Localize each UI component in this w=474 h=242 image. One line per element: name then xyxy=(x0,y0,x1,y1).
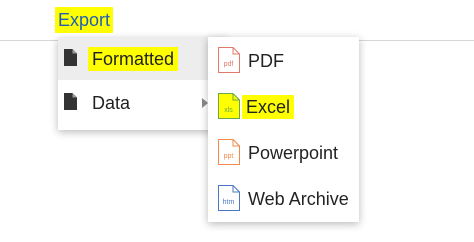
format-submenu: pdf PDF xls Excel ppt Powerpoint htm Web… xyxy=(208,37,359,222)
menu-item-data[interactable]: Data xyxy=(58,82,228,124)
menu-item-formatted[interactable]: Formatted xyxy=(58,38,228,80)
document-icon xyxy=(64,93,77,110)
document-icon xyxy=(64,49,77,66)
submenu-item-pdf[interactable]: pdf PDF xyxy=(208,37,359,83)
submenu-item-label: Web Archive xyxy=(248,189,349,209)
powerpoint-file-icon: ppt xyxy=(218,139,240,165)
svg-text:pdf: pdf xyxy=(224,61,234,68)
submenu-item-label: PDF xyxy=(248,51,284,71)
submenu-item-label: Excel xyxy=(242,95,295,119)
web-archive-file-icon: htm xyxy=(218,185,240,211)
svg-text:htm: htm xyxy=(223,199,235,206)
submenu-item-label: Powerpoint xyxy=(248,143,339,163)
submenu-item-web-archive[interactable]: htm Web Archive xyxy=(208,175,359,221)
submenu-item-excel[interactable]: xls Excel xyxy=(208,83,359,129)
export-button[interactable]: Export xyxy=(55,7,114,33)
menu-item-label: Data xyxy=(92,93,131,113)
top-toolbar: Export xyxy=(0,0,474,41)
export-menu: Formatted Data xyxy=(58,38,228,130)
excel-file-icon: xls xyxy=(218,93,240,119)
submenu-item-powerpoint[interactable]: ppt Powerpoint xyxy=(208,129,359,175)
pdf-file-icon: pdf xyxy=(218,47,240,73)
menu-item-label: Formatted xyxy=(88,47,179,71)
svg-text:ppt: ppt xyxy=(224,153,234,160)
svg-text:xls: xls xyxy=(224,107,233,114)
